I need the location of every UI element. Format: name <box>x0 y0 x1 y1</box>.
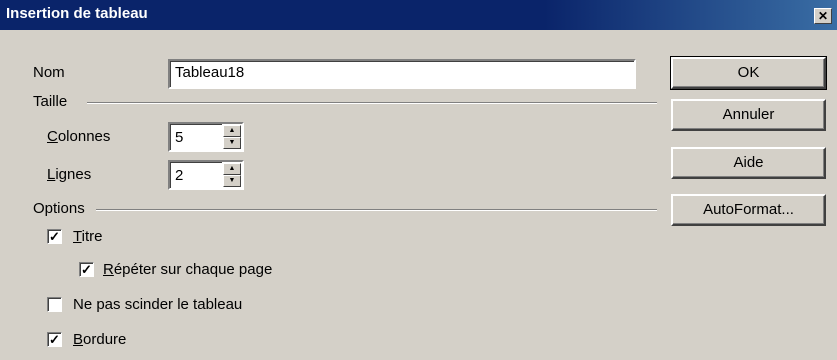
autoformat-button-label: AutoFormat... <box>703 201 794 218</box>
columns-label: Colonnes <box>47 128 111 145</box>
rows-decrement-icon[interactable]: ▼ <box>223 175 241 187</box>
help-button-label: Aide <box>733 154 764 171</box>
rows-spin-buttons: ▲ ▼ <box>222 160 244 190</box>
columns-input[interactable]: 5 <box>168 122 222 152</box>
close-button[interactable]: ✕ <box>814 8 832 24</box>
title-checkbox-label[interactable]: Titre <box>73 228 102 245</box>
options-group-divider <box>96 209 657 211</box>
rows-input[interactable]: 2 <box>168 160 222 190</box>
title-checkbox[interactable]: ✓ <box>47 229 62 244</box>
rows-increment-icon[interactable]: ▲ <box>223 163 241 175</box>
repeat-heading-checkbox[interactable]: ✓ <box>79 262 94 277</box>
name-label: Nom <box>33 64 65 81</box>
help-button[interactable]: Aide <box>671 147 826 179</box>
ok-button-label: OK <box>737 64 760 81</box>
columns-decrement-icon[interactable]: ▼ <box>223 137 241 149</box>
name-input[interactable]: Tableau18 <box>168 59 636 89</box>
cancel-button-label: Annuler <box>722 106 775 123</box>
insert-table-dialog: Nom Tableau18 Taille Colonnes 5 ▲ ▼ Lign… <box>0 30 837 360</box>
rows-label: Lignes <box>47 166 92 183</box>
size-group-divider <box>87 102 657 104</box>
dont-split-table-checkbox-label[interactable]: Ne pas scinder le tableau <box>73 296 242 313</box>
options-group-label: Options <box>33 200 85 217</box>
border-checkbox-label[interactable]: Bordure <box>73 331 126 348</box>
cancel-button[interactable]: Annuler <box>671 99 826 131</box>
ok-button[interactable]: OK <box>670 56 827 90</box>
columns-spin-buttons: ▲ ▼ <box>222 122 244 152</box>
columns-increment-icon[interactable]: ▲ <box>223 125 241 137</box>
title-bar: Insertion de tableau ✕ <box>0 0 837 30</box>
border-checkbox[interactable]: ✓ <box>47 332 62 347</box>
dont-split-table-checkbox[interactable] <box>47 297 62 312</box>
repeat-heading-checkbox-label[interactable]: Répéter sur chaque page <box>103 261 272 278</box>
window-title: Insertion de tableau <box>6 5 148 22</box>
close-icon: ✕ <box>817 9 829 23</box>
size-group-label: Taille <box>33 93 68 110</box>
autoformat-button[interactable]: AutoFormat... <box>671 194 826 226</box>
